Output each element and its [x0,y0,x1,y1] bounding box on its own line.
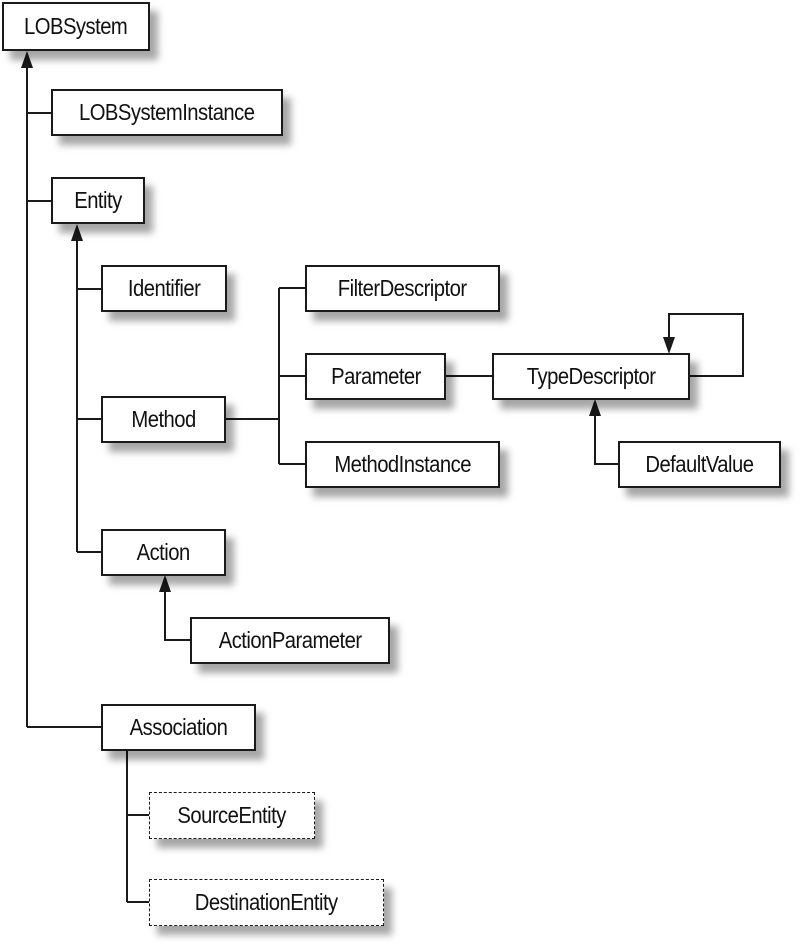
node-label: Identifier [127,275,201,301]
node-label: LOBSystem [24,13,128,39]
node-lobsysteminstance: LOBSystemInstance [51,89,283,136]
node-destinationentity: DestinationEntity [149,879,384,926]
node-label: TypeDescriptor [526,363,656,389]
node-filterdescriptor: FilterDescriptor [305,265,500,312]
diagram-canvas: LOBSystem LOBSystemInstance Entity Ident… [0,0,804,946]
node-label: DestinationEntity [195,889,338,915]
method-branch [226,287,305,465]
node-defaultvalue: DefaultValue [618,441,781,488]
node-parameter: Parameter [305,353,446,400]
node-association: Association [101,704,256,751]
node-label: Association [129,714,228,740]
node-sourceentity: SourceEntity [149,792,315,839]
node-label: DefaultValue [645,451,754,477]
node-identifier: Identifier [101,265,227,312]
node-lobsystem: LOBSystem [2,2,150,51]
arrow-head-icon [663,337,675,354]
entity-trunk [76,236,101,553]
node-label: LOBSystemInstance [79,99,255,125]
node-label: MethodInstance [334,451,471,477]
defaultvalue-link [594,411,618,465]
association-branch [126,750,149,903]
node-action: Action [101,529,226,576]
node-label: FilterDescriptor [338,275,467,301]
node-label: Method [131,406,196,432]
node-actionparameter: ActionParameter [190,617,390,664]
node-method: Method [101,396,226,443]
node-label: Action [136,539,191,565]
node-methodinstance: MethodInstance [305,441,500,488]
arrow-head-icon [159,575,171,592]
arrow-head-icon [71,224,83,241]
node-label: SourceEntity [177,802,287,828]
node-label: Entity [74,187,122,213]
lobsystem-trunk [26,64,101,728]
node-typedescriptor: TypeDescriptor [492,353,690,400]
arrow-head-icon [21,51,33,68]
arrow-head-icon [589,399,601,416]
node-entity: Entity [51,177,145,224]
node-label: ActionParameter [218,627,362,653]
actionparameter-link [164,587,190,641]
node-label: Parameter [330,363,421,389]
